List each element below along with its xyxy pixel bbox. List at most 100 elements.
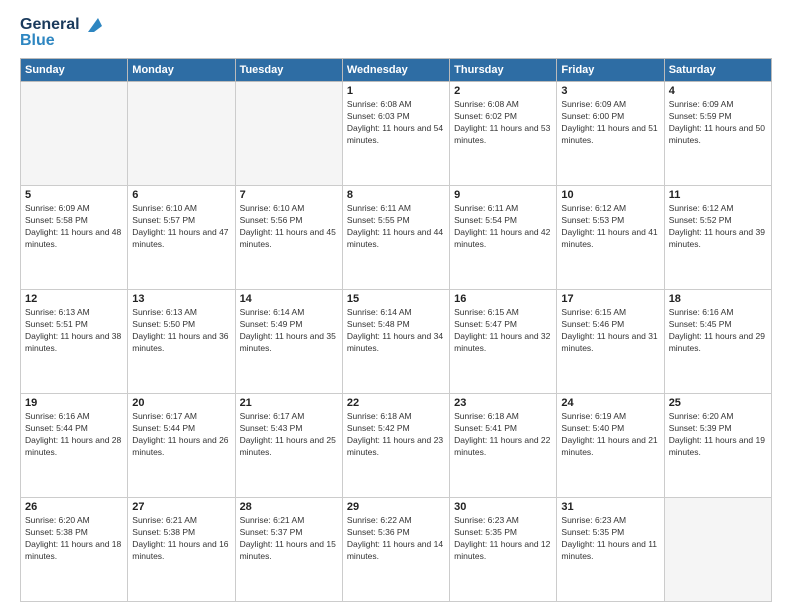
calendar-day-cell: 20Sunrise: 6:17 AMSunset: 5:44 PMDayligh… [128,394,235,498]
calendar-day-cell: 29Sunrise: 6:22 AMSunset: 5:36 PMDayligh… [342,498,449,602]
day-info: Sunrise: 6:23 AMSunset: 5:35 PMDaylight:… [561,515,659,563]
day-number: 14 [240,293,338,305]
calendar-day-cell: 19 Sunrise: 6:16 AMSunset: 5:44 PMDayligh… [21,394,128,498]
day-info: Sunrise: 6:16 AMSunset: 5:45 PMDaylight:… [669,307,767,355]
day-number: 9 [454,189,552,201]
day-number: 26 [25,501,123,513]
day-info: Sunrise: 6:13 AMSunset: 5:50 PMDaylight:… [132,307,230,355]
calendar-day-cell: 2 Sunrise: 6:08 AMSunset: 6:02 PMDaylight… [450,82,557,186]
day-number: 10 [561,189,659,201]
day-info: Sunrise: 6:16 AMSunset: 5:44 PMDaylight:… [25,411,123,459]
calendar-week-row: 5Sunrise: 6:09 AMSunset: 5:58 PMDaylight… [21,186,772,290]
calendar-day-cell [21,82,128,186]
calendar-body: 1 Sunrise: 6:08 AMSunset: 6:03 PMDaylight… [21,82,772,602]
day-info: Sunrise: 6:09 AMSunset: 6:00 PMDaylight:… [561,99,659,147]
day-number: 3 [561,85,659,97]
calendar-day-cell: 15Sunrise: 6:14 AMSunset: 5:48 PMDayligh… [342,290,449,394]
day-info: Sunrise: 6:11 AMSunset: 5:54 PMDaylight:… [454,203,552,251]
calendar-week-row: 19 Sunrise: 6:16 AMSunset: 5:44 PMDayligh… [21,394,772,498]
calendar-day-cell: 27 Sunrise: 6:21 AMSunset: 5:38 PMDayligh… [128,498,235,602]
weekday-header: Monday [128,59,235,82]
calendar-day-cell: 18 Sunrise: 6:16 AMSunset: 5:45 PMDayligh… [664,290,771,394]
day-number: 19 [25,397,123,409]
page: General Blue SundayMondayTuesdayWednesda… [0,0,792,612]
day-number: 28 [240,501,338,513]
calendar-day-cell [128,82,235,186]
calendar-week-row: 12 Sunrise: 6:13 AMSunset: 5:51 PMDayligh… [21,290,772,394]
calendar-day-cell: 3 Sunrise: 6:09 AMSunset: 6:00 PMDaylight… [557,82,664,186]
calendar-day-cell: 14Sunrise: 6:14 AMSunset: 5:49 PMDayligh… [235,290,342,394]
day-info: Sunrise: 6:15 AMSunset: 5:46 PMDaylight:… [561,307,659,355]
day-number: 27 [132,501,230,513]
day-number: 22 [347,397,445,409]
calendar-day-cell: 31 Sunrise: 6:23 AMSunset: 5:35 PMDayligh… [557,498,664,602]
calendar-day-cell: 30 Sunrise: 6:23 AMSunset: 5:35 PMDayligh… [450,498,557,602]
calendar-day-cell: 13 Sunrise: 6:13 AMSunset: 5:50 PMDayligh… [128,290,235,394]
header: General Blue [20,16,772,50]
calendar-day-cell: 12 Sunrise: 6:13 AMSunset: 5:51 PMDayligh… [21,290,128,394]
logo-blue: Blue [20,32,55,50]
weekday-header: Sunday [21,59,128,82]
weekday-header: Friday [557,59,664,82]
day-info: Sunrise: 6:08 AMSunset: 6:03 PMDaylight:… [347,99,445,147]
weekday-header: Thursday [450,59,557,82]
calendar-header-row: SundayMondayTuesdayWednesdayThursdayFrid… [21,59,772,82]
day-number: 7 [240,189,338,201]
day-number: 13 [132,293,230,305]
day-info: Sunrise: 6:15 AMSunset: 5:47 PMDaylight:… [454,307,552,355]
calendar-day-cell: 6Sunrise: 6:10 AMSunset: 5:57 PMDaylight… [128,186,235,290]
calendar-day-cell: 25 Sunrise: 6:20 AMSunset: 5:39 PMDayligh… [664,394,771,498]
day-number: 29 [347,501,445,513]
day-number: 31 [561,501,659,513]
calendar-day-cell: 22 Sunrise: 6:18 AMSunset: 5:42 PMDayligh… [342,394,449,498]
weekday-header: Wednesday [342,59,449,82]
day-number: 21 [240,397,338,409]
calendar-day-cell: 8 Sunrise: 6:11 AMSunset: 5:55 PMDaylight… [342,186,449,290]
day-number: 23 [454,397,552,409]
day-info: Sunrise: 6:10 AMSunset: 5:56 PMDaylight:… [240,203,338,251]
day-number: 8 [347,189,445,201]
calendar-day-cell: 28 Sunrise: 6:21 AMSunset: 5:37 PMDayligh… [235,498,342,602]
day-info: Sunrise: 6:18 AMSunset: 5:42 PMDaylight:… [347,411,445,459]
day-info: Sunrise: 6:20 AMSunset: 5:39 PMDaylight:… [669,411,767,459]
calendar-day-cell: 4 Sunrise: 6:09 AMSunset: 5:59 PMDaylight… [664,82,771,186]
day-number: 25 [669,397,767,409]
calendar-day-cell: 16 Sunrise: 6:15 AMSunset: 5:47 PMDayligh… [450,290,557,394]
calendar-day-cell: 10Sunrise: 6:12 AMSunset: 5:53 PMDayligh… [557,186,664,290]
day-info: Sunrise: 6:21 AMSunset: 5:37 PMDaylight:… [240,515,338,563]
calendar: SundayMondayTuesdayWednesdayThursdayFrid… [20,58,772,602]
calendar-day-cell: 9 Sunrise: 6:11 AMSunset: 5:54 PMDaylight… [450,186,557,290]
day-info: Sunrise: 6:13 AMSunset: 5:51 PMDaylight:… [25,307,123,355]
weekday-header: Tuesday [235,59,342,82]
day-number: 4 [669,85,767,97]
calendar-week-row: 26Sunrise: 6:20 AMSunset: 5:38 PMDayligh… [21,498,772,602]
calendar-day-cell: 23Sunrise: 6:18 AMSunset: 5:41 PMDayligh… [450,394,557,498]
calendar-week-row: 1 Sunrise: 6:08 AMSunset: 6:03 PMDaylight… [21,82,772,186]
day-number: 11 [669,189,767,201]
day-info: Sunrise: 6:12 AMSunset: 5:52 PMDaylight:… [669,203,767,251]
calendar-day-cell: 21 Sunrise: 6:17 AMSunset: 5:43 PMDayligh… [235,394,342,498]
day-info: Sunrise: 6:08 AMSunset: 6:02 PMDaylight:… [454,99,552,147]
day-info: Sunrise: 6:09 AMSunset: 5:59 PMDaylight:… [669,99,767,147]
day-info: Sunrise: 6:21 AMSunset: 5:38 PMDaylight:… [132,515,230,563]
day-number: 1 [347,85,445,97]
day-number: 18 [669,293,767,305]
day-number: 15 [347,293,445,305]
logo: General Blue [20,16,102,50]
calendar-day-cell [235,82,342,186]
weekday-header: Saturday [664,59,771,82]
day-info: Sunrise: 6:23 AMSunset: 5:35 PMDaylight:… [454,515,552,563]
day-number: 30 [454,501,552,513]
day-number: 16 [454,293,552,305]
day-info: Sunrise: 6:17 AMSunset: 5:44 PMDaylight:… [132,411,230,459]
day-info: Sunrise: 6:10 AMSunset: 5:57 PMDaylight:… [132,203,230,251]
calendar-day-cell: 26Sunrise: 6:20 AMSunset: 5:38 PMDayligh… [21,498,128,602]
day-number: 2 [454,85,552,97]
day-info: Sunrise: 6:11 AMSunset: 5:55 PMDaylight:… [347,203,445,251]
day-number: 24 [561,397,659,409]
day-info: Sunrise: 6:17 AMSunset: 5:43 PMDaylight:… [240,411,338,459]
day-number: 12 [25,293,123,305]
calendar-day-cell: 7 Sunrise: 6:10 AMSunset: 5:56 PMDaylight… [235,186,342,290]
calendar-day-cell: 17Sunrise: 6:15 AMSunset: 5:46 PMDayligh… [557,290,664,394]
calendar-day-cell [664,498,771,602]
